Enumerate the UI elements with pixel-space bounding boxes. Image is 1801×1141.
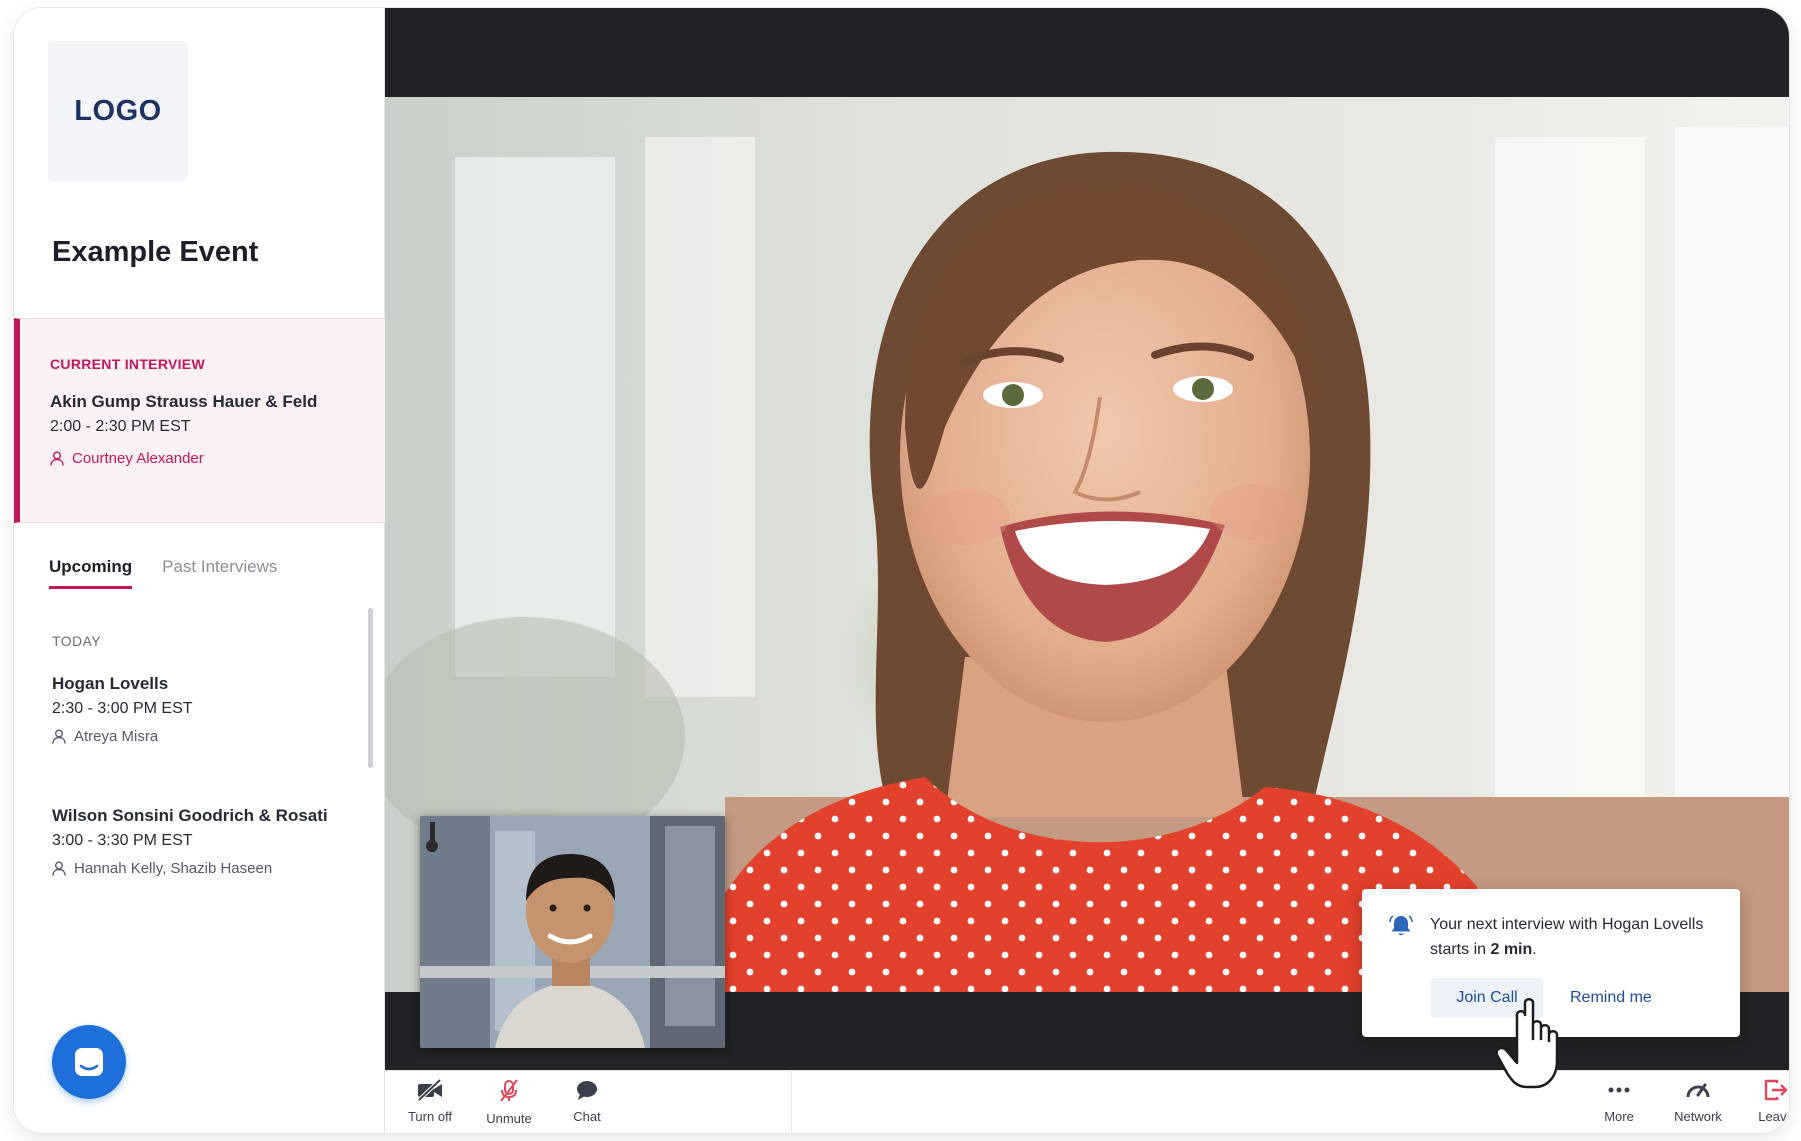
chat-button[interactable]: Chat: [547, 1079, 627, 1124]
current-interview-time: 2:00 - 2:30 PM EST: [50, 418, 191, 435]
logo: LOGO: [48, 41, 188, 181]
sidebar-scrollbar[interactable]: [368, 608, 373, 768]
current-interviewer-name: Courtney Alexander: [72, 450, 204, 467]
self-video-preview[interactable]: [420, 816, 725, 1048]
tab-past-interviews[interactable]: Past Interviews: [162, 557, 277, 589]
unmute-button[interactable]: Unmute: [469, 1079, 549, 1126]
camera-off-icon: [417, 1079, 442, 1101]
chat-label: Chat: [573, 1109, 601, 1124]
upcoming-interviewers: Atreya Misra: [52, 728, 193, 745]
self-video-image: [420, 816, 725, 1048]
person-icon: [52, 729, 66, 744]
current-interviewer: Courtney Alexander: [50, 450, 204, 467]
upcoming-interviewers-names: Atreya Misra: [74, 728, 159, 745]
more-dots-icon: [1608, 1087, 1630, 1093]
sidebar: LOGO Example Event CURRENT INTERVIEW Aki…: [14, 8, 385, 1133]
interview-tabs: Upcoming Past Interviews: [49, 557, 277, 589]
network-label: Network: [1674, 1109, 1722, 1124]
turn-off-label: Turn off: [407, 1109, 453, 1124]
event-title: Example Event: [52, 236, 259, 268]
chat-support-icon: [75, 1048, 103, 1076]
logo-text: LOGO: [74, 94, 162, 127]
day-label: TODAY: [52, 633, 101, 649]
leave-label: Leave: [1758, 1109, 1789, 1124]
upcoming-time: 2:30 - 3:00 PM EST: [52, 700, 193, 717]
upcoming-firm: Wilson Sonsini Goodrich & Rosati: [52, 806, 328, 825]
mic-off-icon: [500, 1079, 518, 1102]
upcoming-item[interactable]: Wilson Sonsini Goodrich & Rosati 3:00 - …: [52, 806, 328, 877]
turn-off-camera-button[interactable]: Turn off: [390, 1079, 470, 1124]
unmute-label: Unmute: [486, 1111, 532, 1126]
upcoming-firm: Hogan Lovells: [52, 674, 169, 693]
app-window: LOGO Example Event CURRENT INTERVIEW Aki…: [14, 8, 1789, 1133]
leave-icon: [1764, 1079, 1788, 1101]
upcoming-time: 3:00 - 3:30 PM EST: [52, 832, 193, 849]
chat-bubble-icon: [577, 1081, 597, 1100]
gauge-icon: [1686, 1083, 1710, 1098]
person-icon: [50, 451, 64, 466]
more-label: More: [1604, 1109, 1634, 1124]
leave-button[interactable]: Leave: [1736, 1079, 1789, 1124]
person-icon: [52, 861, 66, 876]
notification-text: Your next interview with Hogan Lovells s…: [1430, 916, 1704, 958]
upcoming-item[interactable]: Hogan Lovells 2:30 - 3:00 PM EST Atreya …: [52, 674, 193, 745]
support-chat-button[interactable]: [52, 1025, 126, 1099]
notification-text-end: .: [1532, 941, 1537, 958]
upcoming-interviewers: Hannah Kelly, Shazib Haseen: [52, 860, 328, 877]
current-interview-firm: Akin Gump Strauss Hauer & Feld: [50, 392, 318, 411]
hand-cursor-icon: [1495, 998, 1559, 1089]
current-interview-label: CURRENT INTERVIEW: [50, 356, 205, 372]
tab-upcoming[interactable]: Upcoming: [49, 557, 133, 589]
current-interview-card[interactable]: CURRENT INTERVIEW Akin Gump Strauss Haue…: [14, 318, 385, 523]
upcoming-interviewers-names: Hannah Kelly, Shazib Haseen: [74, 860, 273, 877]
bell-icon: [1389, 915, 1413, 936]
controls-divider: [791, 1071, 792, 1133]
network-button[interactable]: Network: [1658, 1079, 1738, 1124]
notification-message: Your next interview with Hogan Lovells s…: [1430, 912, 1720, 962]
notification-countdown: 2 min: [1490, 941, 1533, 958]
